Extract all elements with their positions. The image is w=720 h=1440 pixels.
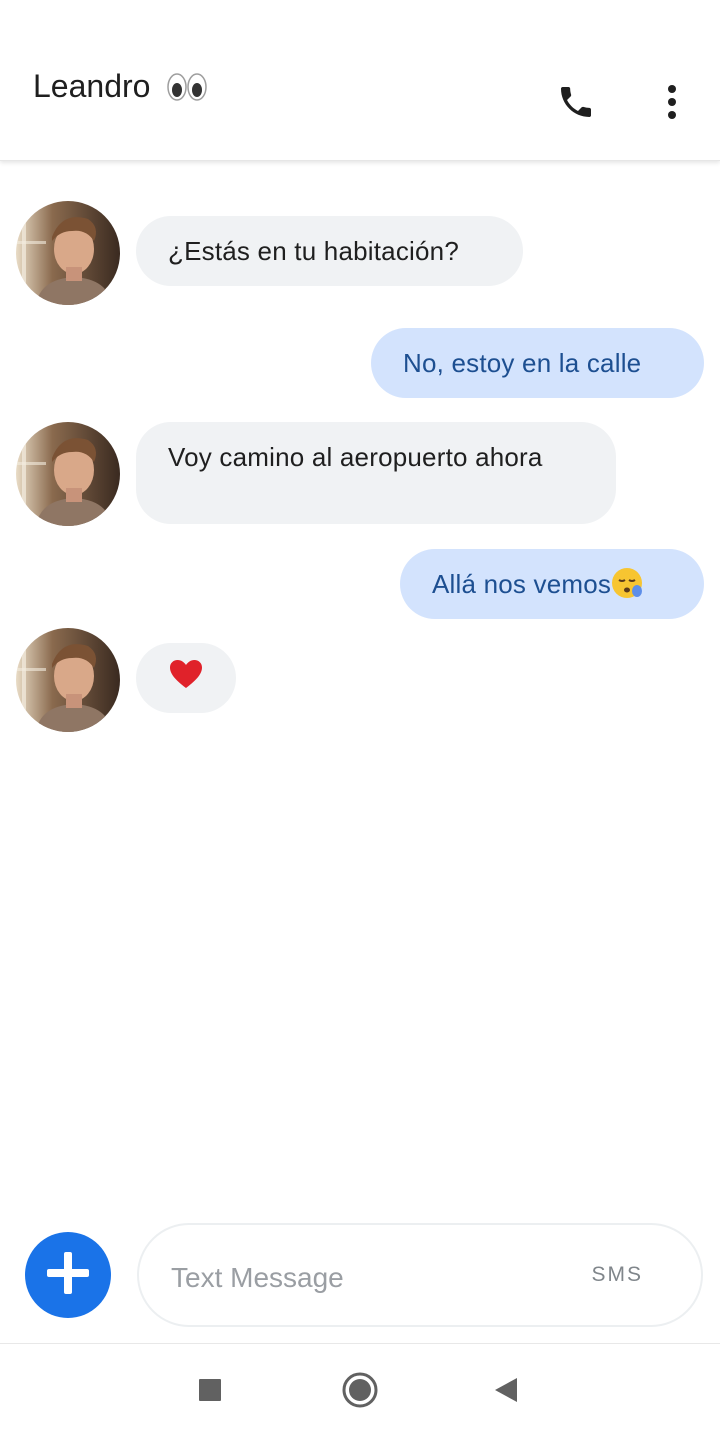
- text-message-input[interactable]: [169, 1255, 553, 1301]
- eyes-emoji-icon: [167, 71, 208, 101]
- message-text: Voy camino al aeropuerto ahora: [168, 442, 543, 472]
- message-text: Allá nos vemos: [432, 569, 612, 599]
- message-bubble-incoming[interactable]: [136, 643, 236, 713]
- message-bubble-outgoing[interactable]: No, estoy en la calle: [371, 328, 704, 398]
- contact-name: Leandro: [33, 68, 151, 104]
- system-nav-bar: [0, 1343, 720, 1440]
- circle-icon: [341, 1371, 379, 1414]
- message-bubble-outgoing[interactable]: Allá nos vemos: [400, 549, 704, 619]
- recent-apps-button[interactable]: [188, 1370, 232, 1414]
- red-heart-emoji-icon: [169, 659, 203, 697]
- message-bubble-incoming[interactable]: ¿Estás en tu habitación?: [136, 216, 523, 286]
- more-options-button[interactable]: [642, 74, 702, 134]
- plus-icon: [45, 1250, 91, 1301]
- add-attachment-button[interactable]: [25, 1232, 111, 1318]
- message-composer: SMS: [137, 1223, 703, 1327]
- home-button[interactable]: [338, 1370, 382, 1414]
- back-button[interactable]: [484, 1370, 528, 1414]
- contact-title[interactable]: Leandro: [33, 66, 208, 106]
- more-vert-icon: [666, 84, 678, 125]
- sms-send-label[interactable]: SMS: [591, 1263, 643, 1287]
- square-icon: [198, 1378, 222, 1407]
- call-button[interactable]: [546, 74, 606, 134]
- top-app-bar: Leandro: [0, 0, 720, 161]
- phone-icon: [556, 82, 596, 127]
- triangle-back-icon: [493, 1376, 519, 1409]
- message-bubble-incoming[interactable]: Voy camino al aeropuerto ahora: [136, 422, 616, 524]
- sleepy-face-emoji-icon: [611, 567, 643, 599]
- contact-avatar[interactable]: [16, 201, 120, 305]
- contact-avatar[interactable]: [16, 422, 120, 526]
- conversation-screen: Leandro ¿Estás en tu habitación? No, est…: [0, 0, 720, 1440]
- message-text: ¿Estás en tu habitación?: [168, 236, 459, 266]
- contact-avatar[interactable]: [16, 628, 120, 732]
- message-text: No, estoy en la calle: [403, 348, 642, 378]
